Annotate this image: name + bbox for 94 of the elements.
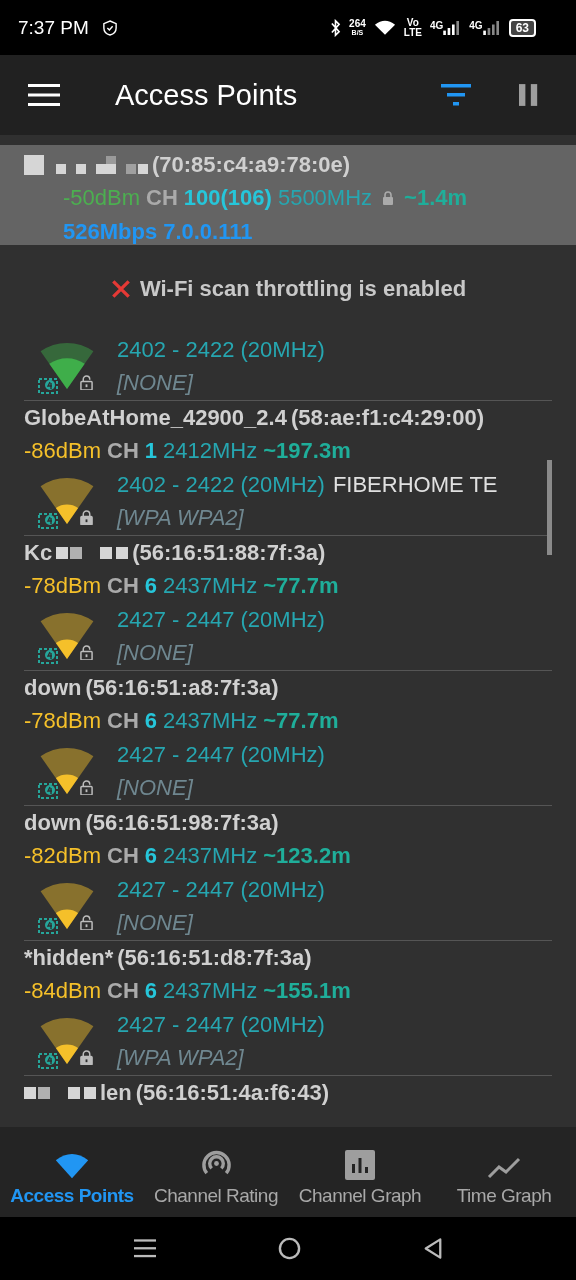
wifi-standard-icon	[38, 512, 58, 530]
channel-number: 6	[144, 573, 158, 600]
shield-icon	[102, 19, 117, 36]
status-time: 7:37 PM	[18, 16, 89, 39]
network-bssid: (56:16:51:4a:f6:43)	[135, 1079, 329, 1106]
ip-address: 7.0.0.111	[163, 218, 253, 245]
error-icon	[109, 278, 132, 300]
frequency: 2437MHz	[163, 843, 258, 870]
wifi-icon	[373, 19, 396, 36]
network-name: Kc	[24, 539, 53, 566]
pause-icon[interactable]	[519, 84, 539, 106]
frequency-range: 2427 - 2447 (20MHz)	[117, 876, 325, 903]
distance: ~77.7m	[263, 573, 339, 600]
signal-strength: -78dBm	[24, 708, 102, 735]
security-type: [NONE]	[117, 640, 193, 667]
bar-chart-icon	[345, 1150, 375, 1180]
channel-number: 1	[144, 438, 158, 465]
network-name: GlobeAtHome_42900_2.4	[24, 404, 287, 431]
distance: ~77.7m	[263, 708, 339, 735]
distance: ~197.3m	[263, 438, 351, 465]
network-bssid: (70:85:c4:a9:78:0e)	[152, 151, 351, 178]
network-type: 4G	[429, 20, 444, 31]
network-name: down	[24, 674, 82, 701]
frequency-range: 2427 - 2447 (20MHz)	[117, 741, 325, 768]
home-icon[interactable]	[277, 1237, 301, 1260]
network-bssid: (58:ae:f1:c4:29:00)	[290, 404, 485, 431]
recents-icon[interactable]	[133, 1239, 156, 1258]
net-speed: 264	[349, 19, 366, 29]
channel-label: CH	[107, 708, 139, 735]
line-chart-icon	[487, 1156, 521, 1180]
network-bssid: (56:16:51:a8:7f:3a)	[85, 674, 279, 701]
nav-tab[interactable]: Channel Graph	[288, 1127, 432, 1217]
channel-label: CH	[107, 843, 139, 870]
channel-number: 100(106)	[183, 185, 272, 212]
network-bssid: (56:16:51:88:7f:3a)	[132, 539, 326, 566]
signal-strength: -82dBm	[24, 843, 102, 870]
security-type: [NONE]	[117, 910, 193, 937]
network-type: 4G	[469, 20, 483, 31]
menu-icon[interactable]	[28, 84, 60, 106]
battery-indicator: 63	[508, 18, 536, 37]
frequency-range: 2427 - 2447 (20MHz)	[117, 606, 325, 633]
frequency-range: 2427 - 2447 (20MHz)	[117, 1011, 325, 1038]
volte-label: LTE	[403, 27, 422, 38]
nav-tab[interactable]: Time Graph	[432, 1127, 576, 1217]
signal-strength: -78dBm	[24, 573, 102, 600]
signal-icon	[482, 20, 501, 35]
wifi-standard-icon	[38, 1052, 58, 1070]
channel-label: CH	[107, 573, 139, 600]
signal-icon	[443, 20, 462, 35]
vendor-name: FIBERHOME TE	[332, 471, 498, 498]
channel-label: CH	[107, 438, 139, 465]
channel-number: 6	[144, 708, 158, 735]
frequency-range: 2402 - 2422 (20MHz)	[117, 471, 325, 498]
wifi-icon	[54, 1153, 90, 1180]
channel-label: CH	[107, 978, 139, 1005]
network-name: down	[24, 809, 82, 836]
volte-label: Vo	[406, 17, 419, 28]
filter-icon[interactable]	[441, 84, 471, 106]
network-name: len	[100, 1079, 132, 1106]
frequency: 2412MHz	[163, 438, 258, 465]
security-type: [NONE]	[117, 775, 193, 802]
channel-number: 6	[144, 843, 158, 870]
bluetooth-icon	[330, 18, 342, 37]
distance: ~1.4m	[404, 185, 468, 212]
signal-strength: -84dBm	[24, 978, 102, 1005]
wifi-standard-icon	[38, 917, 58, 935]
signal-strength: -86dBm	[24, 438, 102, 465]
security-type: [WPA WPA2]	[117, 505, 244, 532]
security-type: [NONE]	[117, 370, 193, 397]
wifi-standard-icon	[38, 647, 58, 665]
link-speed: 526Mbps	[63, 218, 158, 245]
wifi-standard-icon	[38, 782, 58, 800]
wifi-standard-icon	[38, 377, 58, 395]
network-bssid: (56:16:51:d8:7f:3a)	[117, 944, 312, 971]
network-bssid: (56:16:51:98:7f:3a)	[85, 809, 279, 836]
security-type: [WPA WPA2]	[117, 1045, 244, 1072]
nav-tab[interactable]: Access Points	[0, 1127, 144, 1217]
signal-strength: -50dBm	[63, 185, 141, 212]
screen-title: Access Points	[115, 78, 298, 112]
connected-network-card[interactable]: (70:85:c4:a9:78:0e) -50dBm CH 100(106) 5500MHz ~1.4m 526Mbps 7.0.0.111	[0, 145, 576, 245]
frequency-range: 2402 - 2422 (20MHz)	[117, 336, 325, 363]
frequency: 5500MHz	[277, 185, 373, 212]
frequency: 2437MHz	[163, 708, 258, 735]
channel-label: CH	[146, 185, 178, 212]
throttling-notice: Wi-Fi scan throttling is enabled	[139, 276, 467, 302]
frequency: 2437MHz	[163, 978, 258, 1005]
channel-number: 6	[144, 978, 158, 1005]
scrollbar[interactable]	[547, 460, 552, 555]
network-name: *hidden*	[24, 944, 114, 971]
back-icon[interactable]	[422, 1237, 443, 1260]
distance: ~123.2m	[263, 843, 351, 870]
frequency: 2437MHz	[163, 573, 258, 600]
distance: ~155.1m	[263, 978, 351, 1005]
nav-tab[interactable]: Channel Rating	[144, 1127, 288, 1217]
